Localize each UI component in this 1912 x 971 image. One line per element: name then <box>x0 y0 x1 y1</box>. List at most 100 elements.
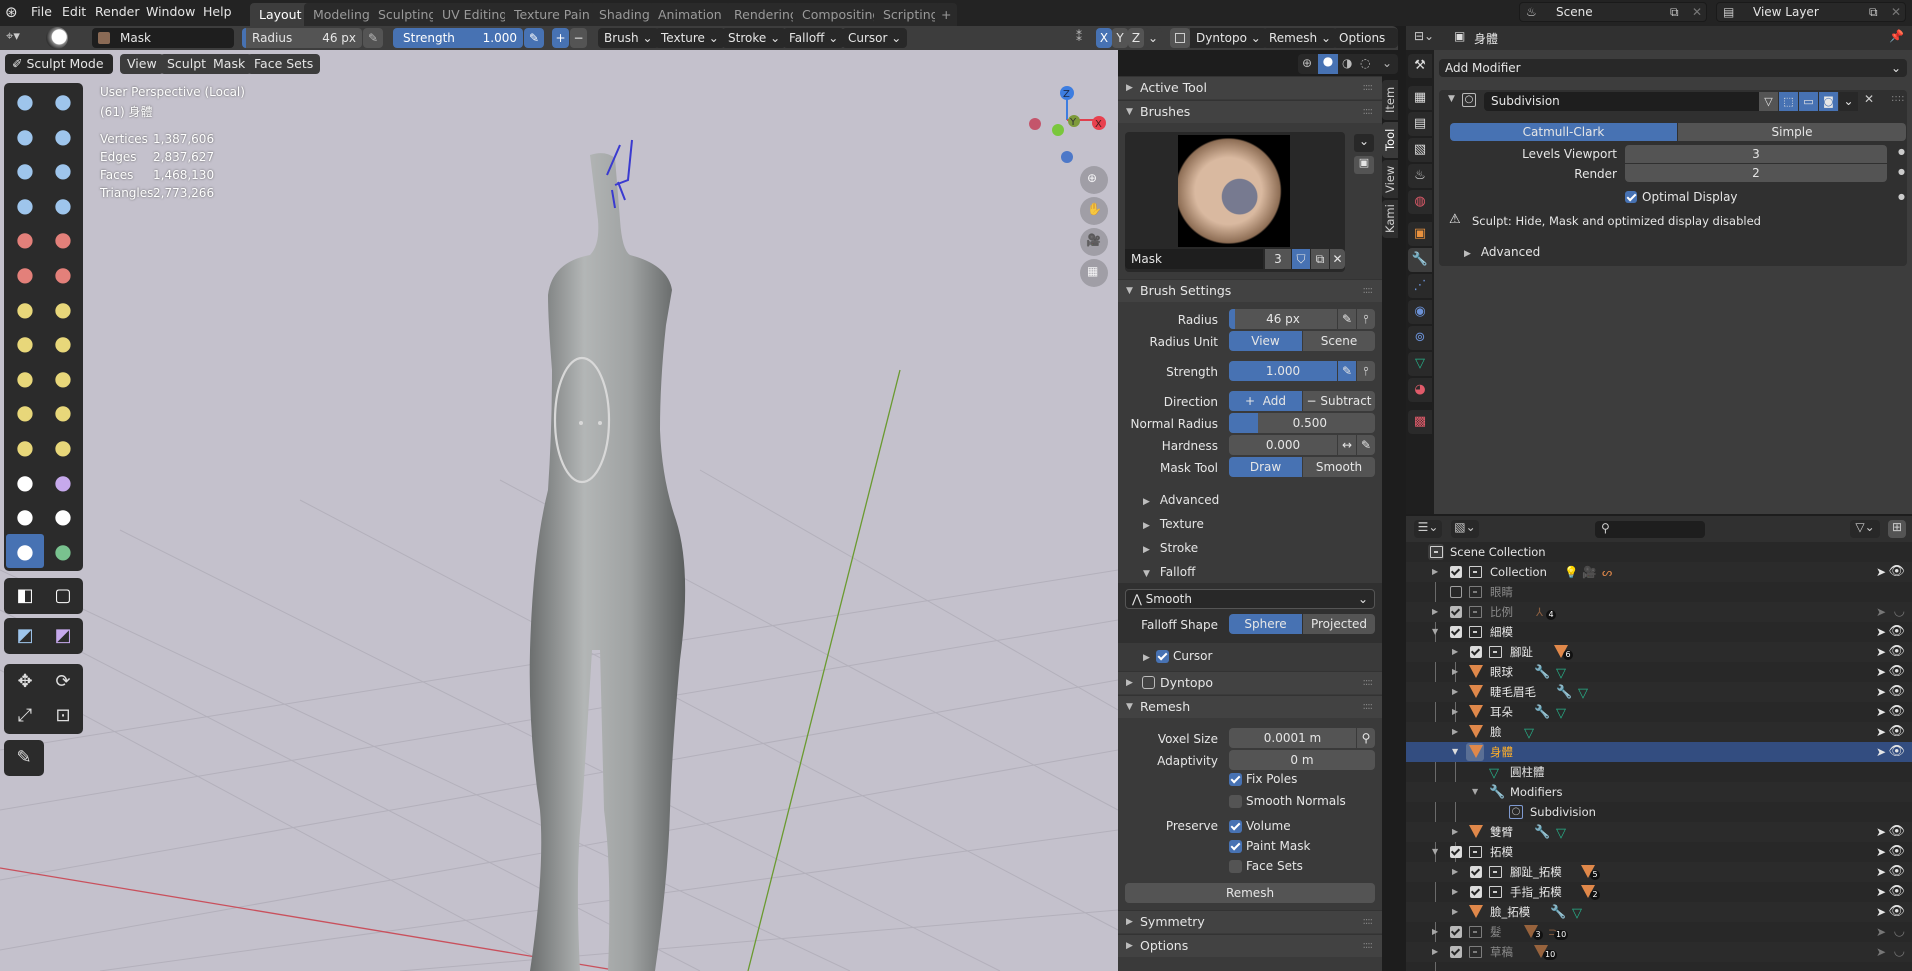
data-tab-icon[interactable]: ▽ <box>1408 352 1432 376</box>
menu-render[interactable]: Render <box>95 4 140 19</box>
expand-icon[interactable]: ▼ <box>1472 782 1478 802</box>
material-tab-icon[interactable]: ◕ <box>1408 378 1432 402</box>
subtract-direction-button[interactable]: − <box>570 28 587 48</box>
clay-brush-icon[interactable]: ● <box>6 119 44 153</box>
inflate-brush-icon[interactable]: ● <box>6 188 44 222</box>
eye-icon[interactable]: 👁 <box>1888 822 1905 842</box>
brush-menu[interactable]: Brush ⌄ <box>598 28 659 48</box>
sidebar-tab-view[interactable]: View <box>1382 160 1398 198</box>
mesh-filter-icon[interactable]: ◩ <box>44 619 82 653</box>
expand-icon[interactable]: ▶ <box>1452 682 1458 702</box>
exclude-checkbox[interactable] <box>1450 606 1462 618</box>
mask-menu[interactable]: Mask <box>206 54 253 74</box>
drag-handle-icon[interactable]: :::: <box>1363 101 1374 123</box>
render-levels-field[interactable]: 2 <box>1625 164 1887 182</box>
subdiv-catmull-clark[interactable]: Catmull-Clark <box>1450 123 1677 141</box>
stroke-subpanel[interactable]: ▶ Stroke <box>1143 541 1198 555</box>
outliner-row[interactable]: ▶ 雙臂 🔧 ▽ ➤ 👁 <box>1406 822 1912 842</box>
perspective-toggle-button[interactable]: ▦ <box>1080 259 1108 287</box>
symmetry-panel-header[interactable]: ▶ Symmetry:::: <box>1118 910 1382 933</box>
radius-slider[interactable]: 46 px <box>1229 309 1337 329</box>
on-cage-toggle-icon[interactable]: ⬚ <box>1779 92 1798 111</box>
radius-pressure-icon[interactable]: ✎ <box>1338 309 1356 329</box>
shading-dropdown[interactable]: ⌄ <box>1382 56 1392 70</box>
menu-help[interactable]: Help <box>203 4 232 19</box>
radius-pressure-icon[interactable]: ✎ <box>363 28 383 48</box>
snake-hook-brush-icon[interactable]: ● <box>44 361 82 395</box>
particles-tab-icon[interactable]: ⋰ <box>1408 274 1432 298</box>
mask-brush-icon[interactable]: ● <box>6 533 44 568</box>
select-arrow-icon[interactable]: ➤ <box>1876 622 1886 642</box>
cursor-checkbox[interactable] <box>1156 650 1169 663</box>
dyntopo-checkbox[interactable] <box>1142 676 1155 689</box>
direction-subtract[interactable]: − Subtract <box>1303 391 1375 411</box>
render-tab-icon[interactable]: ▦ <box>1408 86 1432 110</box>
pan-button[interactable]: ✋ <box>1080 197 1108 225</box>
transform-icon[interactable]: ⊡ <box>44 699 82 733</box>
simplify-brush-icon[interactable]: ● <box>44 499 82 533</box>
expand-icon[interactable]: ▶ <box>1452 662 1458 682</box>
select-arrow-icon[interactable]: ➤ <box>1876 682 1886 702</box>
exclude-checkbox[interactable] <box>1470 886 1482 898</box>
select-arrow-icon[interactable]: ➤ <box>1876 702 1886 722</box>
keyframe-dot-icon[interactable]: ● <box>1898 147 1905 156</box>
camera-view-button[interactable]: 🎥 <box>1080 228 1108 256</box>
falloff-shape-sphere[interactable]: Sphere <box>1229 614 1302 634</box>
elastic-deform-brush-icon[interactable]: ● <box>6 361 44 395</box>
add-direction-button[interactable]: + <box>552 28 569 48</box>
drag-handle-icon[interactable]: :::: <box>1363 280 1374 302</box>
physics-tab-icon[interactable]: ◉ <box>1408 300 1432 324</box>
nudge-brush-icon[interactable]: ● <box>6 430 44 464</box>
crease-brush-icon[interactable]: ● <box>6 222 44 256</box>
brush-name-field[interactable]: Mask <box>1125 249 1263 269</box>
expand-icon[interactable]: ▶ <box>1452 822 1458 842</box>
face-sets-menu[interactable]: Face Sets <box>247 54 321 74</box>
layer-brush-icon[interactable]: ● <box>44 153 82 187</box>
scrape-brush-icon[interactable]: ● <box>6 292 44 326</box>
eye-icon[interactable]: 👁 <box>1888 882 1905 902</box>
multiplane-scrape-brush-icon[interactable]: ● <box>44 292 82 326</box>
symmetry-z-toggle[interactable]: Z <box>1128 28 1144 48</box>
eyedropper-icon[interactable]: ⚲ <box>1357 728 1375 748</box>
strength-field[interactable]: Strength 1.000 <box>393 28 523 48</box>
eye-icon[interactable]: 👁 <box>1888 742 1905 762</box>
select-arrow-icon[interactable]: ➤ <box>1876 902 1886 922</box>
hardness-slider[interactable]: 0.000 <box>1229 435 1337 455</box>
eye-icon[interactable]: 👁 <box>1888 682 1905 702</box>
scale-icon[interactable]: ⤢ <box>6 699 44 733</box>
fix-poles-checkbox[interactable] <box>1229 773 1242 786</box>
drag-handle-icon[interactable]: :::: <box>1363 77 1374 99</box>
dyntopo-panel-header[interactable]: ▶ Dyntopo:::: <box>1118 671 1382 694</box>
box-mask-icon[interactable]: ◧ <box>6 579 44 613</box>
outliner-row[interactable]: ▶ 草稿 10 ➤ ◡ <box>1406 942 1912 962</box>
symmetry-dropdown[interactable]: ⌄ <box>1144 28 1162 48</box>
draw-sharp-brush-icon[interactable]: ● <box>44 84 82 118</box>
dyntopo-checkbox[interactable] <box>1170 28 1190 48</box>
pin-icon[interactable]: 📌 <box>1889 29 1904 43</box>
falloff-subpanel[interactable]: ▼ Falloff <box>1143 565 1195 579</box>
close-icon[interactable]: ✕ <box>1692 3 1702 21</box>
clay-strips-brush-icon[interactable]: ● <box>44 119 82 153</box>
outliner-row[interactable]: ▶ 手指_拓模 2 ➤ 👁 <box>1406 882 1912 902</box>
active-tool-panel-header[interactable]: ▶ Active Tool:::: <box>1118 76 1382 99</box>
flatten-brush-icon[interactable]: ● <box>6 257 44 291</box>
rotate-icon[interactable]: ⟳ <box>44 665 82 699</box>
fill-brush-icon[interactable]: ● <box>44 257 82 291</box>
editor-type-icon[interactable]: ☰⌄ <box>1414 520 1442 538</box>
unlink-icon[interactable]: ✕ <box>1330 249 1345 269</box>
exclude-checkbox[interactable] <box>1450 846 1462 858</box>
rotate-brush-icon[interactable]: ● <box>44 430 82 464</box>
eye-icon[interactable]: 👁 <box>1888 662 1905 682</box>
pinch-brush-icon[interactable]: ● <box>6 326 44 360</box>
close-icon[interactable]: ✕ <box>1891 3 1901 21</box>
select-arrow-icon[interactable]: ➤ <box>1876 862 1886 882</box>
edit-mode-toggle-icon[interactable]: ▽ <box>1759 92 1778 111</box>
strength-slider[interactable]: 1.000 <box>1229 361 1337 381</box>
outliner-row[interactable]: ▶ 臉 ▽ ➤ 👁 <box>1406 722 1912 742</box>
grab-brush-icon[interactable]: ● <box>44 326 82 360</box>
constraints-tab-icon[interactable]: ⊚ <box>1408 326 1432 350</box>
outliner-row-selected[interactable]: ▼ 身體 ➤ 👁 <box>1406 742 1912 762</box>
expand-icon[interactable]: ▶ <box>1432 602 1438 622</box>
brush-settings-panel-header[interactable]: ▼ Brush Settings:::: <box>1118 279 1382 302</box>
direction-add[interactable]: + Add <box>1229 391 1302 411</box>
